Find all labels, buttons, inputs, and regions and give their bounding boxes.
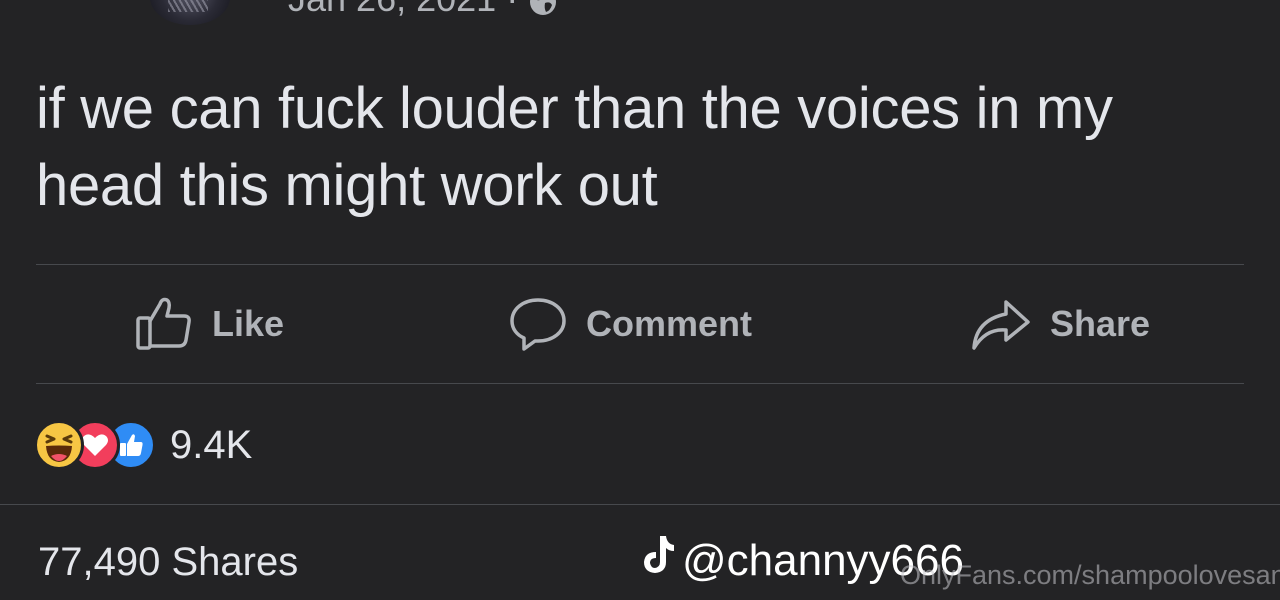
divider [0,504,1280,505]
thumbs-up-icon [134,294,194,354]
post-actions-bar: Like Comment Share [36,265,1244,383]
like-button[interactable]: Like [134,265,284,383]
like-label: Like [212,303,285,344]
globe-icon [528,0,558,15]
avatar[interactable] [150,0,230,25]
haha-reaction-icon [34,420,84,470]
post-date[interactable]: Jan 26, 2021 [288,0,496,20]
share-arrow-icon [970,294,1032,354]
comment-label: Comment [586,303,753,344]
post-meta: Jan 26, 2021 · [288,0,558,20]
speech-bubble-icon [508,294,568,354]
post-text: if we can fuck louder than the voices in… [36,76,1113,218]
comment-button[interactable]: Comment [508,265,752,383]
divider [36,383,1244,384]
share-label: Share [1050,303,1151,344]
tiktok-logo-icon [640,534,676,587]
share-button[interactable]: Share [970,265,1150,383]
reactions-summary[interactable]: 9.4K [34,418,252,472]
meta-separator: · [506,0,518,20]
onlyfans-watermark: OnlyFans.com/shampoolovesande [900,560,1280,590]
shares-count[interactable]: 77,490 Shares [38,540,298,585]
reaction-count: 9.4K [170,422,253,467]
